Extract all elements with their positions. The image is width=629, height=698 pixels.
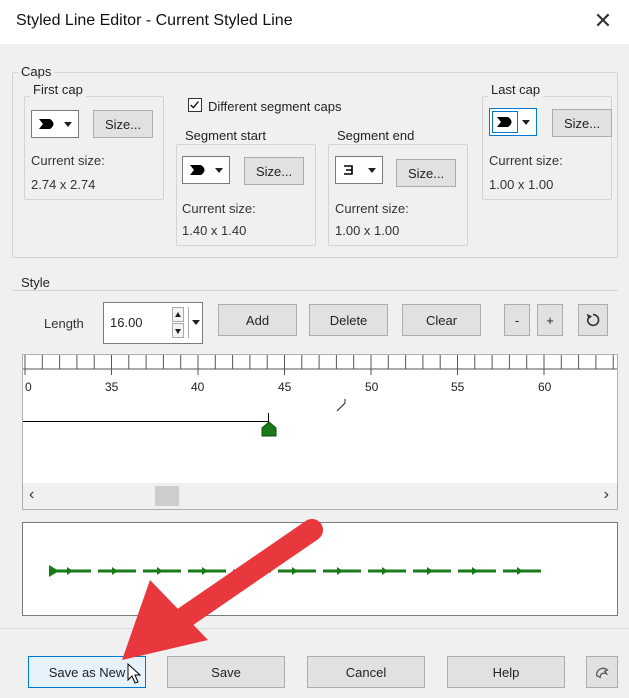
cursor-marker-icon bbox=[336, 399, 346, 412]
segment-end-current-size-value: 1.00 x 1.00 bbox=[335, 223, 400, 238]
first-cap-size-button[interactable]: Size... bbox=[93, 110, 153, 138]
help-button[interactable]: Help bbox=[447, 656, 565, 688]
round-arrow-cap-icon bbox=[39, 119, 54, 129]
dash-segment[interactable] bbox=[23, 421, 269, 422]
ruler-label-50: 50 bbox=[365, 380, 379, 394]
mouse-cursor-icon bbox=[127, 663, 141, 684]
cancel-button[interactable]: Cancel bbox=[307, 656, 425, 688]
chevron-down-icon[interactable] bbox=[188, 307, 201, 338]
last-cap-current-size-value: 1.00 x 1.00 bbox=[489, 177, 554, 192]
caps-group-label: Caps bbox=[18, 64, 55, 79]
segment-cap-mark bbox=[382, 567, 388, 575]
last-cap-current-size-label: Current size: bbox=[489, 153, 563, 168]
chevron-down-icon bbox=[215, 168, 223, 173]
segment-start-current-size-value: 1.40 x 1.40 bbox=[182, 223, 247, 238]
segment-cap-mark bbox=[247, 567, 253, 575]
check-icon bbox=[190, 101, 199, 109]
segment-cap-mark bbox=[427, 567, 433, 575]
chevron-down-icon bbox=[368, 168, 376, 173]
library-icon bbox=[595, 667, 609, 679]
round-arrow-cap-icon bbox=[190, 165, 205, 175]
ruler-label-0: 0 bbox=[25, 380, 32, 394]
zoom-in-button[interactable]: + bbox=[537, 304, 563, 336]
footer-divider bbox=[0, 628, 629, 629]
length-input[interactable]: 16.00 bbox=[110, 315, 143, 330]
first-cap-current-size-label: Current size: bbox=[31, 153, 105, 168]
reset-button[interactable] bbox=[578, 304, 608, 336]
round-arrow-cap-icon bbox=[497, 117, 512, 127]
segment-cap-mark bbox=[472, 567, 478, 575]
style-group-label: Style bbox=[18, 275, 53, 290]
save-button[interactable]: Save bbox=[167, 656, 285, 688]
segment-end-combo[interactable] bbox=[335, 156, 383, 184]
ruler-label-45: 45 bbox=[278, 380, 292, 394]
last-cap-size-button[interactable]: Size... bbox=[552, 109, 612, 137]
segment-cap-mark bbox=[112, 567, 118, 575]
chevron-left-icon[interactable]: ‹ bbox=[29, 486, 34, 504]
segment-start-combo[interactable] bbox=[182, 156, 230, 184]
segment-handle-icon[interactable] bbox=[260, 421, 278, 437]
pick-style-button[interactable] bbox=[586, 656, 618, 688]
spin-down-icon[interactable] bbox=[172, 323, 184, 338]
styled-line-preview bbox=[49, 565, 541, 577]
style-group bbox=[12, 290, 618, 291]
add-button[interactable]: Add bbox=[218, 304, 297, 336]
title-bar: Styled Line Editor - Current Styled Line… bbox=[0, 0, 629, 44]
first-cap-combo[interactable] bbox=[31, 110, 79, 138]
fork-cap-icon bbox=[344, 165, 353, 175]
first-cap-current-size-value: 2.74 x 2.74 bbox=[31, 177, 96, 192]
segment-cap-mark bbox=[157, 567, 163, 575]
ruler-label-55: 55 bbox=[451, 380, 465, 394]
last-cap-label: Last cap bbox=[488, 82, 544, 97]
segment-cap-mark bbox=[517, 567, 523, 575]
segment-cap-mark bbox=[202, 567, 208, 575]
length-label: Length bbox=[44, 316, 84, 331]
refresh-icon bbox=[586, 313, 600, 327]
segment-end-label: Segment end bbox=[334, 128, 418, 143]
chevron-down-icon bbox=[64, 122, 72, 127]
segment-cap-mark bbox=[292, 567, 298, 575]
chevron-right-icon[interactable]: › bbox=[604, 486, 609, 504]
close-icon[interactable]: ✕ bbox=[591, 8, 615, 34]
ruler-label-60: 60 bbox=[538, 380, 552, 394]
ruler-label-35: 35 bbox=[105, 380, 119, 394]
segment-start-size-button[interactable]: Size... bbox=[244, 157, 304, 185]
line-preview bbox=[22, 522, 618, 616]
zoom-out-button[interactable]: - bbox=[504, 304, 530, 336]
delete-button[interactable]: Delete bbox=[309, 304, 388, 336]
different-segment-caps-checkbox[interactable] bbox=[188, 98, 202, 112]
segment-start-label: Segment start bbox=[182, 128, 269, 143]
length-spinner[interactable]: 16.00 bbox=[103, 302, 203, 344]
ruler-label-40: 40 bbox=[191, 380, 205, 394]
spin-up-icon[interactable] bbox=[172, 307, 184, 322]
segment-start-current-size-label: Current size: bbox=[182, 201, 256, 216]
clear-button[interactable]: Clear bbox=[402, 304, 481, 336]
horizontal-scrollbar[interactable]: ‹ › bbox=[23, 483, 617, 509]
last-cap-combo[interactable] bbox=[489, 108, 537, 136]
segment-end-size-button[interactable]: Size... bbox=[396, 159, 456, 187]
different-segment-caps-label: Different segment caps bbox=[208, 99, 342, 114]
style-editor-canvas[interactable]: 0 35 40 45 50 55 60 ‹ › bbox=[22, 354, 618, 510]
scrollbar-thumb[interactable] bbox=[155, 486, 179, 506]
segment-cap-mark bbox=[337, 567, 343, 575]
chevron-down-icon bbox=[522, 120, 530, 125]
window-title: Styled Line Editor - Current Styled Line bbox=[16, 12, 293, 29]
segment-cap-mark bbox=[67, 567, 73, 575]
segment-end-current-size-label: Current size: bbox=[335, 201, 409, 216]
first-cap-label: First cap bbox=[30, 82, 86, 97]
